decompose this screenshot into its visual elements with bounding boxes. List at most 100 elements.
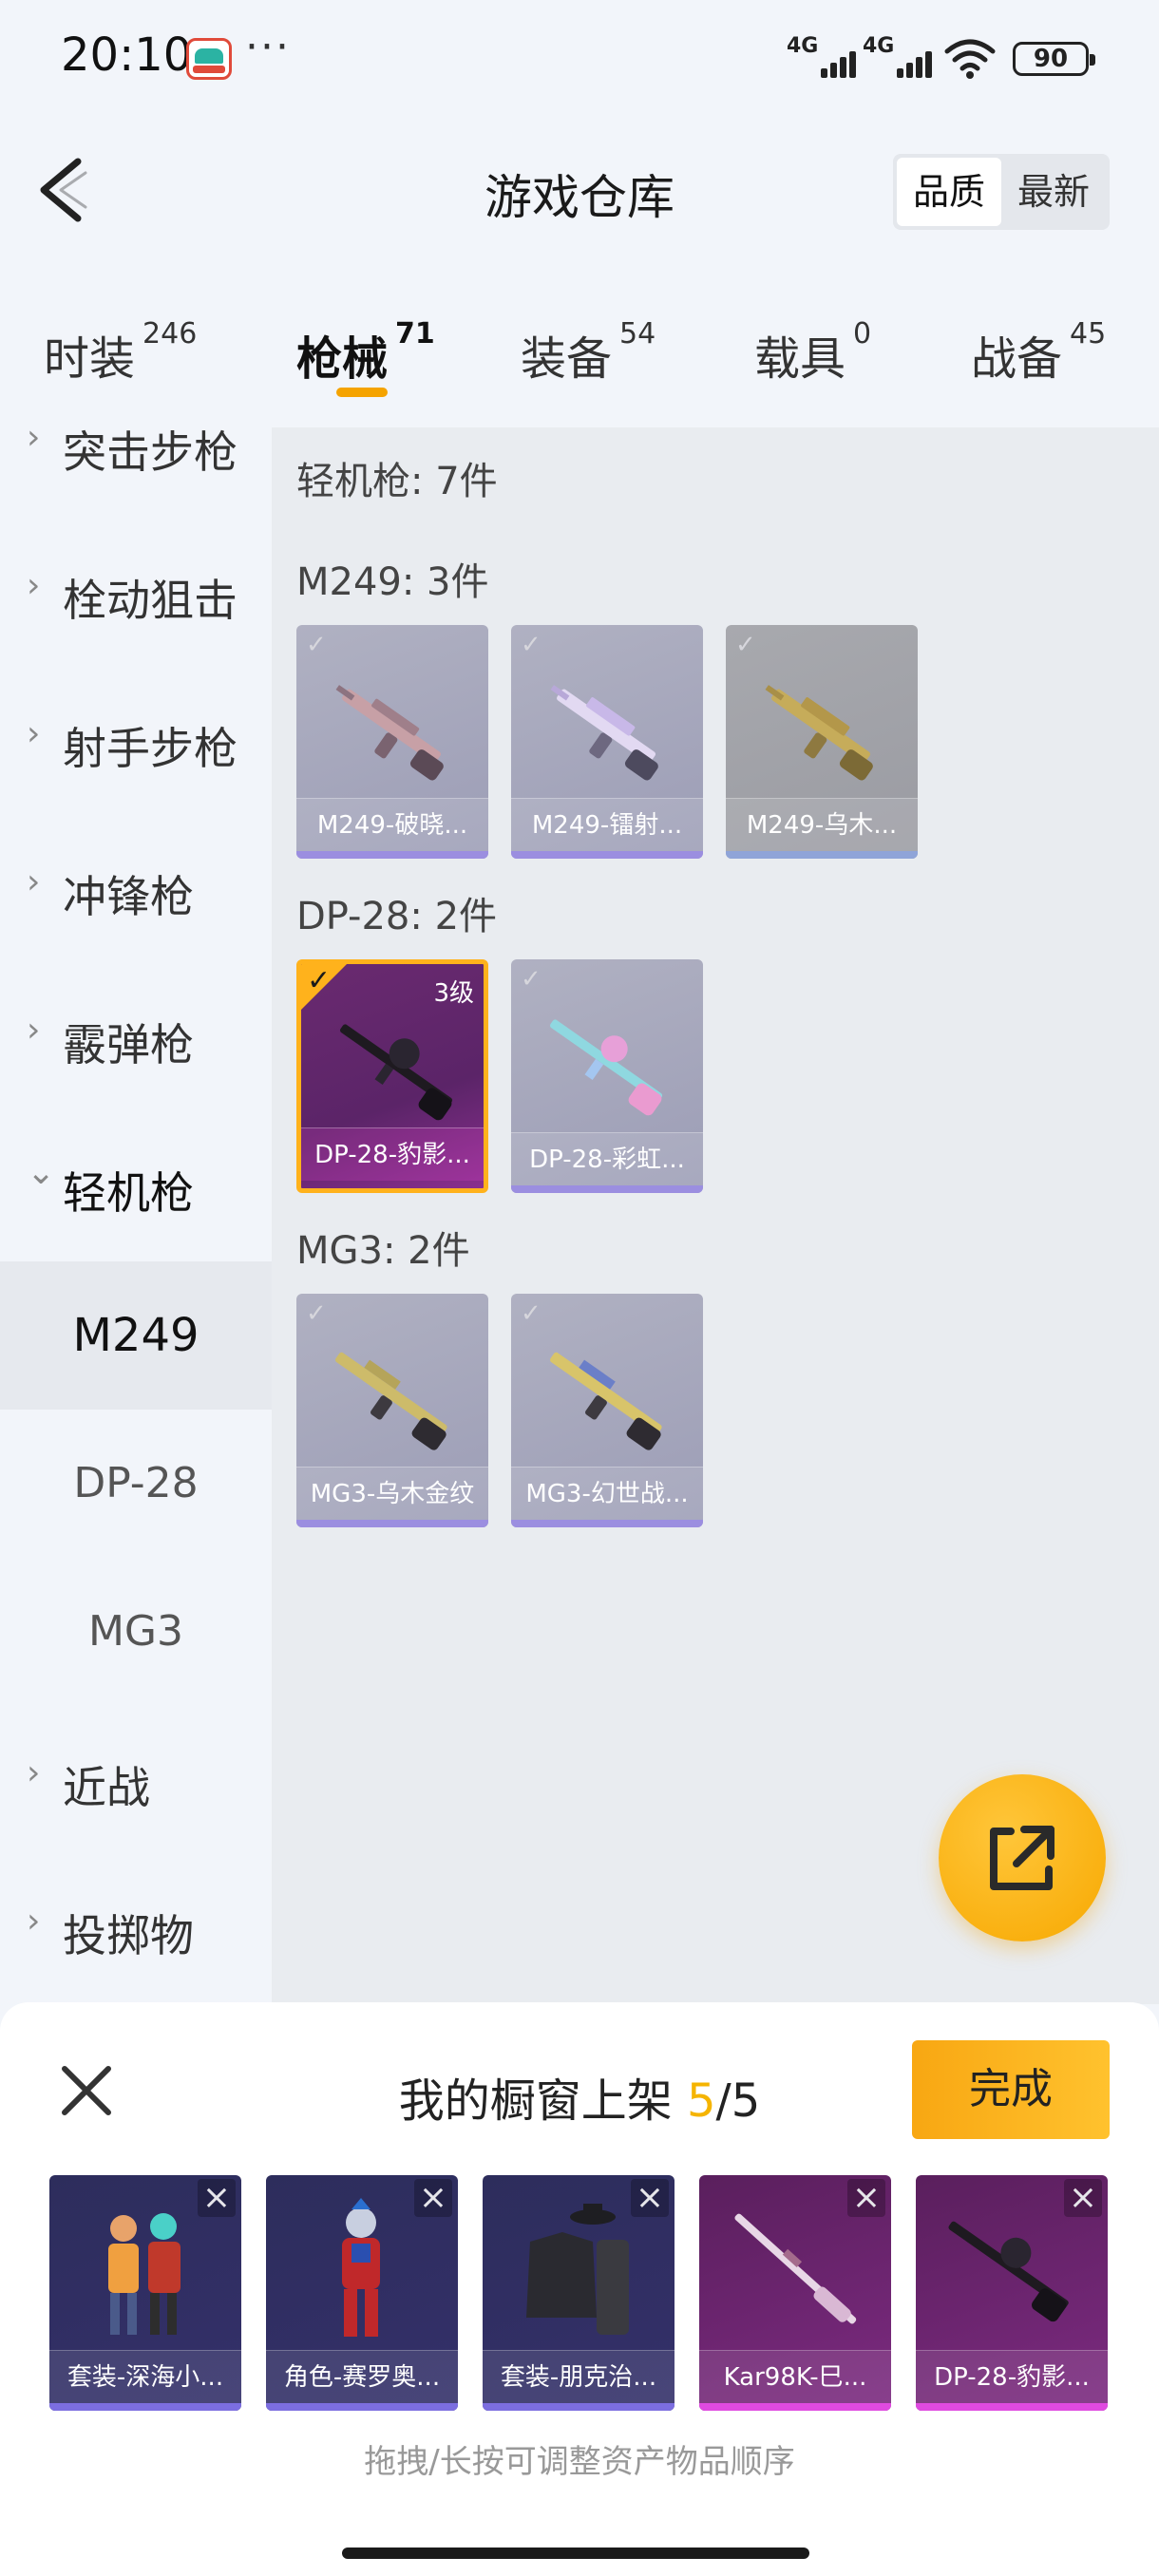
tab-label: 装备 xyxy=(521,332,613,386)
weapon-card-selected[interactable]: ✓ 3级 DP-28-豹影... xyxy=(296,959,488,1193)
showcase-item[interactable]: × Kar98K-巳... xyxy=(699,2175,891,2411)
dp28-rifle-icon xyxy=(340,1024,453,1121)
reorder-hint: 拖拽/长按可调整资产物品顺序 xyxy=(364,2443,795,2481)
done-button[interactable]: 完成 xyxy=(912,2040,1110,2139)
weapon-name: M249-乌木... xyxy=(726,798,918,851)
sidebar-item-label: 射手步枪 xyxy=(63,723,238,774)
sort-toggle: 品质 最新 xyxy=(893,154,1110,230)
kar98k-rifle-icon xyxy=(734,2213,857,2324)
battery-icon: 90 xyxy=(1013,42,1095,76)
check-icon: ✓ xyxy=(521,1299,542,1328)
sidebar-subitem-mg3[interactable]: MG3 xyxy=(0,1558,272,1706)
sort-option-quality[interactable]: 品质 xyxy=(897,158,1001,226)
m249-rifle-icon xyxy=(550,685,658,781)
category-total-label: 轻机枪: 7件 xyxy=(296,460,498,503)
sidebar-item-bolt-sniper[interactable]: › 栓动狙击 xyxy=(0,566,272,714)
weapon-card[interactable]: ✓ MG3-幻世战... xyxy=(511,1294,703,1527)
sidebar-item-label: 轻机枪 xyxy=(63,1167,194,1219)
weapon-name: MG3-幻世战... xyxy=(511,1467,703,1520)
tab-vehicles[interactable]: 载具 0 xyxy=(754,317,871,388)
tab-firearms[interactable]: 枪械 71 xyxy=(296,317,435,388)
check-icon: ✓ xyxy=(521,965,542,994)
weapon-name: M249-镭射... xyxy=(511,798,703,851)
tab-label: 枪械 xyxy=(296,332,389,386)
weapon-card[interactable]: ✓ MG3-乌木金纹 xyxy=(296,1294,488,1527)
rarity-strip xyxy=(296,851,488,859)
rarity-strip xyxy=(296,1520,488,1527)
rarity-strip xyxy=(699,2403,891,2411)
sidebar-item-melee[interactable]: › 近战 xyxy=(0,1753,272,1902)
share-external-icon xyxy=(990,1826,1054,1890)
notification-app-icon xyxy=(186,38,232,80)
weapon-card[interactable]: ✓ M249-破晓... xyxy=(296,625,488,859)
tab-supplies[interactable]: 战备 45 xyxy=(971,317,1106,388)
weapon-card[interactable]: ✓ M249-镭射... xyxy=(511,625,703,859)
check-icon: ✓ xyxy=(521,631,542,659)
dp28-rifle-icon xyxy=(948,2221,1069,2322)
rarity-strip xyxy=(511,1520,703,1527)
status-time: 20:10 xyxy=(61,28,193,82)
rarity-strip xyxy=(49,2403,241,2411)
tab-count: 45 xyxy=(1070,317,1107,350)
showcase-item-name: DP-28-豹影... xyxy=(916,2350,1108,2403)
section-title-m249: M249: 3件 xyxy=(296,560,489,604)
showcase-item[interactable]: × 角色-赛罗奥... xyxy=(266,2175,458,2411)
tab-equipment[interactable]: 装备 54 xyxy=(521,317,656,388)
chevron-right-icon: › xyxy=(27,1902,41,1941)
showcase-total: /5 xyxy=(715,2074,761,2128)
sidebar-item-assault-rifle[interactable]: › 突击步枪 xyxy=(0,399,272,547)
remove-item-icon[interactable]: × xyxy=(631,2179,669,2217)
sidebar-item-label: 投掷物 xyxy=(63,1910,194,1961)
rarity-strip xyxy=(511,851,703,859)
showcase-item-name: 套装-朋克治... xyxy=(483,2350,674,2403)
sidebar-subitem-dp28[interactable]: DP-28 xyxy=(0,1410,272,1558)
showcase-item[interactable]: × 套装-朋克治... xyxy=(483,2175,674,2411)
sidebar-item-label: 栓动狙击 xyxy=(63,575,238,626)
rarity-strip xyxy=(483,2403,674,2411)
cellular-signal-icon: 4G xyxy=(787,34,863,82)
rarity-strip xyxy=(916,2403,1108,2411)
chevron-right-icon: › xyxy=(27,1011,41,1050)
tab-count: 54 xyxy=(619,317,656,350)
rarity-strip xyxy=(726,851,918,859)
showcase-item-name: Kar98K-巳... xyxy=(699,2350,891,2403)
tab-count: 246 xyxy=(142,317,198,350)
remove-item-icon[interactable]: × xyxy=(198,2179,236,2217)
sidebar-item-shotgun[interactable]: › 霰弹枪 xyxy=(0,1011,272,1159)
sort-option-newest[interactable]: 最新 xyxy=(1001,158,1106,226)
tab-fashion[interactable]: 时装 246 xyxy=(44,317,197,388)
section-title-mg3: MG3: 2件 xyxy=(296,1229,470,1273)
remove-item-icon[interactable]: × xyxy=(1064,2179,1102,2217)
sidebar-item-smg[interactable]: › 冲锋枪 xyxy=(0,862,272,1011)
sidebar-subitem-m249[interactable]: M249 xyxy=(0,1261,272,1410)
sidebar-item-dmr[interactable]: › 射手步枪 xyxy=(0,714,272,862)
network-type-label: 4G xyxy=(787,34,819,58)
weapon-name: DP-28-豹影... xyxy=(301,1127,484,1181)
chevron-right-icon: › xyxy=(27,862,41,901)
outfit-jacket-icon xyxy=(526,2204,629,2335)
weapon-card[interactable]: ✓ DP-28-彩虹... xyxy=(511,959,703,1193)
weapon-name: DP-28-彩虹... xyxy=(511,1132,703,1185)
chevron-right-icon: › xyxy=(27,714,41,753)
chevron-right-icon: › xyxy=(27,566,41,605)
more-notifications-icon: ··· xyxy=(245,23,291,71)
status-bar: 20:10 ··· 4G 4G 90 xyxy=(0,0,1159,123)
network-type-label-2: 4G xyxy=(863,34,895,58)
character-hero-icon xyxy=(342,2198,380,2337)
share-fab-button[interactable] xyxy=(939,1774,1106,1941)
m249-rifle-icon xyxy=(335,685,444,781)
remove-item-icon[interactable]: × xyxy=(847,2179,885,2217)
chevron-right-icon: › xyxy=(27,1753,41,1792)
rarity-strip xyxy=(266,2403,458,2411)
home-indicator[interactable] xyxy=(342,2548,809,2559)
mg3-rifle-icon xyxy=(335,1352,447,1450)
wifi-icon xyxy=(944,39,996,79)
chevron-down-icon: ⌄ xyxy=(27,1153,56,1192)
showcase-item-name: 套装-深海小... xyxy=(49,2350,241,2403)
remove-item-icon[interactable]: × xyxy=(414,2179,452,2217)
check-icon: ✓ xyxy=(735,631,756,659)
section-title-dp28: DP-28: 2件 xyxy=(296,895,498,938)
showcase-item[interactable]: × DP-28-豹影... xyxy=(916,2175,1108,2411)
weapon-card[interactable]: ✓ M249-乌木... xyxy=(726,625,918,859)
showcase-item[interactable]: × 套装-深海小... xyxy=(49,2175,241,2411)
